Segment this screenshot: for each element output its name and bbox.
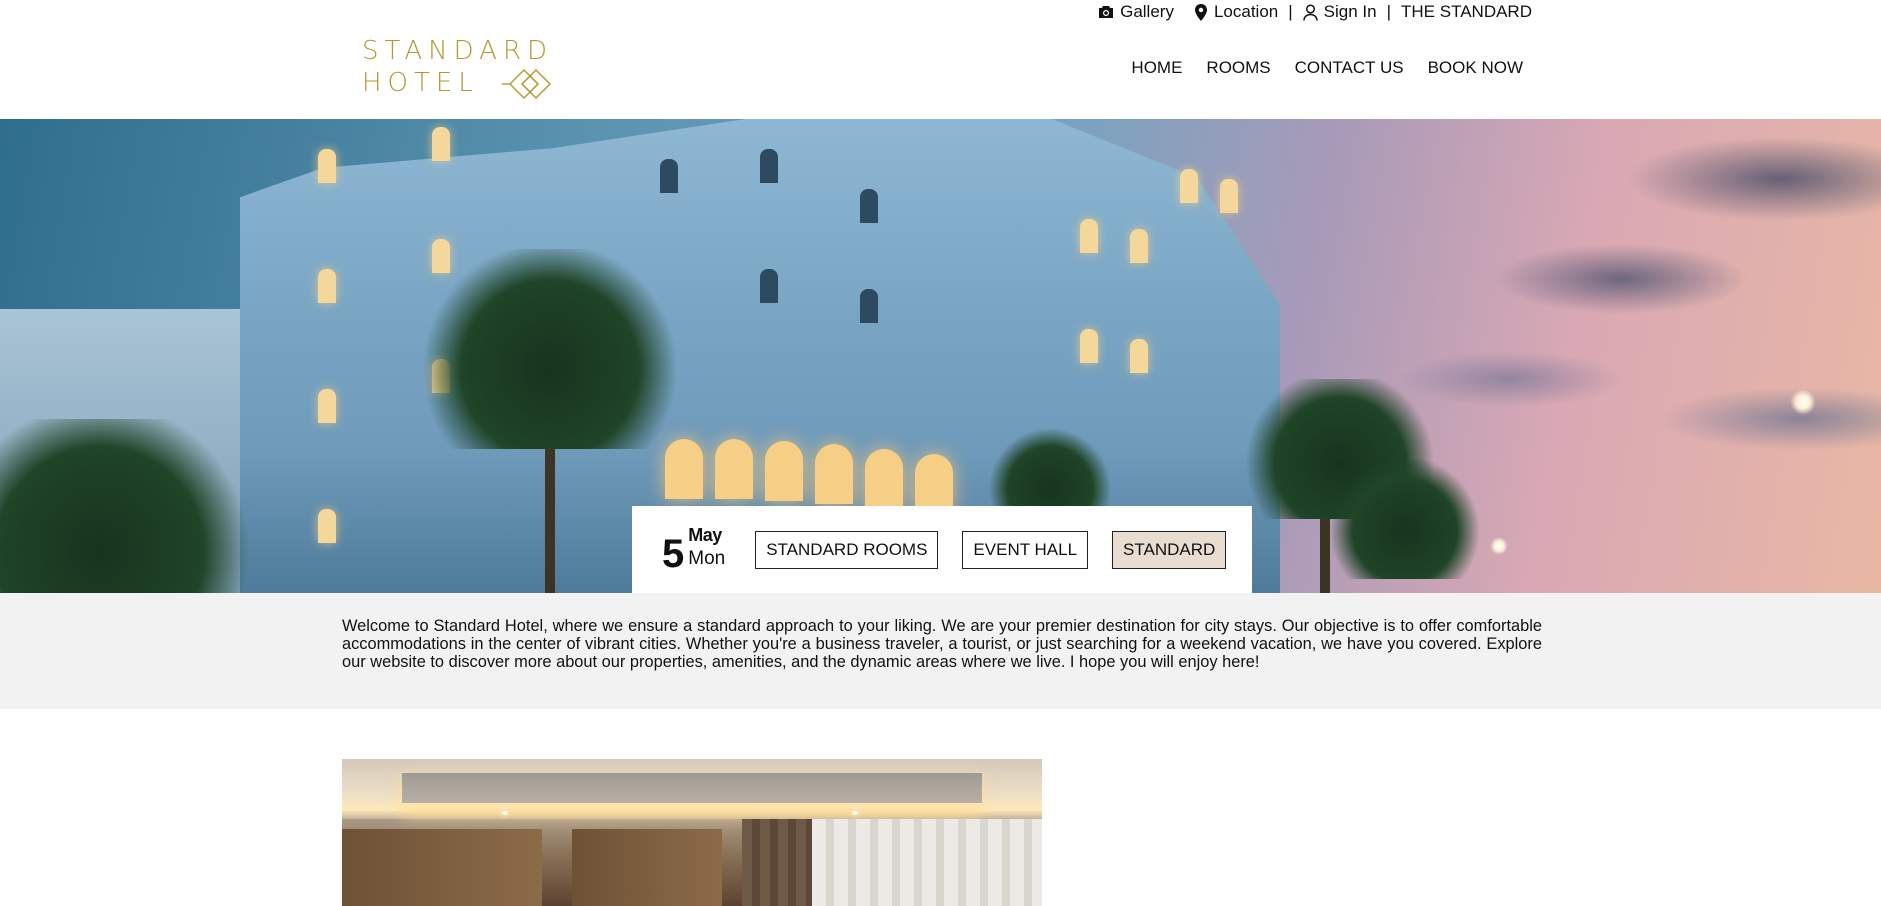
room-downlight [502,811,508,815]
signin-label: Sign In [1323,2,1377,21]
hero-street-lamp [1790,389,1816,415]
hero-window [860,189,878,223]
hero-palm-tree [420,249,680,449]
intro-section: Welcome to Standard Hotel, where we ensu… [0,593,1881,709]
camera-icon [1098,5,1114,19]
hero-window [1080,329,1098,363]
room-wall-panel [342,829,542,906]
hero-arch [865,449,903,509]
date-picker[interactable]: 5 May Mon [662,524,725,576]
hero-window [660,159,678,193]
event-hall-button[interactable]: EVENT HALL [962,530,1089,569]
logo-line-2: HOTEL [362,68,479,98]
hero-window [1180,169,1198,203]
standard-button[interactable]: STANDARD [1112,530,1227,569]
hotel-logo[interactable]: STANDARD HOTEL [362,36,562,100]
gallery-link[interactable]: Gallery [1098,2,1174,22]
utility-bar: Gallery Location | Sign In | THE STANDAR… [1098,0,1532,24]
main-nav: HOME ROOMS CONTACT US BOOK NOW [1131,58,1523,78]
hero-window [318,269,336,303]
date-details: May Mon [688,524,725,572]
logo-line-1: STANDARD [362,36,554,66]
hero-arch [715,439,753,499]
diamond-logo-icon [502,69,551,99]
gallery-label: Gallery [1120,2,1174,21]
hero-window [318,149,336,183]
room-ceiling-recess [402,773,982,809]
date-day: 5 [662,531,685,576]
nav-contact[interactable]: CONTACT US [1295,58,1404,78]
location-label: Location [1213,2,1279,21]
date-month: May [688,524,722,545]
hero-window [1220,179,1238,213]
hero-window [860,289,878,323]
room-downlight [852,811,858,815]
room-drape [742,819,812,906]
hero-arch [765,441,803,501]
hero-window [1130,339,1148,373]
separator: | [1288,2,1293,21]
room-photo [342,759,1042,906]
intro-text: Welcome to Standard Hotel, where we ensu… [342,617,1542,671]
hero-tree [0,419,260,593]
hero-window [432,127,450,161]
hero-window [760,269,778,303]
user-icon [1302,3,1318,21]
nav-rooms[interactable]: ROOMS [1206,58,1270,78]
booking-widget: 5 May Mon STANDARD ROOMS EVENT HALL STAN… [632,506,1252,593]
location-link[interactable]: Location [1194,2,1278,22]
room-wall-panel [572,829,722,906]
nav-book-now[interactable]: BOOK NOW [1428,58,1523,78]
separator: | [1386,2,1392,21]
date-weekday: Mon [688,547,726,569]
standard-rooms-button[interactable]: STANDARD ROOMS [755,530,939,569]
map-pin-icon [1194,3,1208,21]
hero-arch [915,454,953,514]
hero-palm-tree [1330,459,1480,579]
nav-home[interactable]: HOME [1131,58,1182,78]
hero-window [318,389,336,423]
hero-window [318,509,336,543]
hero-arch [815,444,853,504]
signin-link[interactable]: Sign In [1302,2,1377,22]
hero-window [1080,219,1098,253]
room-curtain [812,819,1042,906]
hero-window [760,149,778,183]
brand-link[interactable]: THE STANDARD [1401,2,1532,22]
hero-window [1130,229,1148,263]
hero-street-lamp [1490,537,1508,555]
